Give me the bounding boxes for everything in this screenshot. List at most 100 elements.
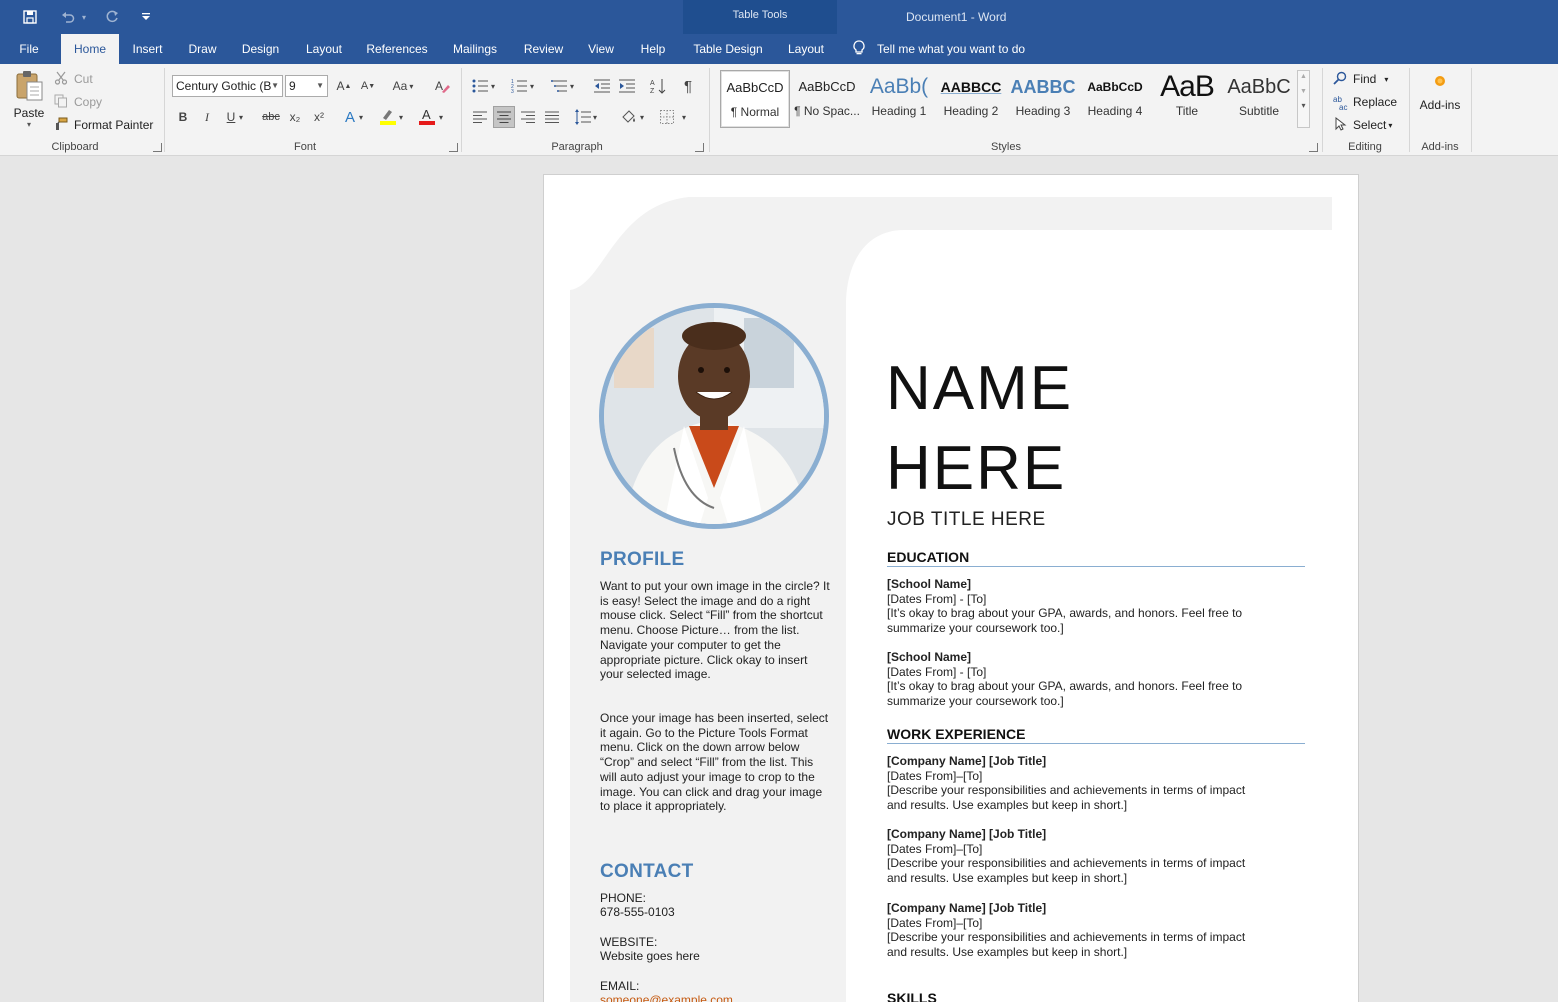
shrink-font-icon[interactable]: A ▼ <box>358 76 378 96</box>
customize-qat-icon[interactable] <box>134 5 158 29</box>
align-center-icon[interactable] <box>493 106 515 128</box>
decrease-indent-icon[interactable] <box>592 76 612 96</box>
tab-design[interactable]: Design <box>235 34 286 64</box>
highlight-dropdown-icon[interactable]: ▾ <box>396 107 406 127</box>
find-button[interactable]: Find ▾ <box>1333 70 1388 88</box>
styles-dialog-launcher[interactable] <box>1309 143 1318 152</box>
bullets-dropdown-icon[interactable]: ▾ <box>488 76 498 96</box>
numbering-dropdown-icon[interactable]: ▾ <box>527 76 537 96</box>
format-painter-button[interactable]: Format Painter <box>54 116 153 134</box>
tab-references[interactable]: References <box>361 34 433 64</box>
multilevel-list-icon[interactable] <box>549 76 569 96</box>
email-link[interactable]: someone@example.com <box>600 993 733 1002</box>
svg-text:3: 3 <box>511 89 514 93</box>
phone-label: PHONE: <box>600 891 647 905</box>
replace-button[interactable]: ab ac Replace <box>1333 93 1397 112</box>
superscript-button[interactable]: x² <box>309 107 329 127</box>
style-heading-4[interactable]: AaBbCcD Heading 4 <box>1080 70 1150 128</box>
copy-button[interactable]: Copy <box>54 93 102 111</box>
tab-help[interactable]: Help <box>633 34 673 64</box>
font-name-combo[interactable]: Century Gothic (B ▼ <box>172 75 283 97</box>
clipboard-dialog-launcher[interactable] <box>153 143 162 152</box>
numbering-icon[interactable]: 123 <box>509 76 529 96</box>
tab-table-layout[interactable]: Layout <box>780 34 832 64</box>
italic-button[interactable]: I <box>197 107 217 127</box>
font-size-combo[interactable]: 9 ▼ <box>285 75 328 97</box>
styles-gallery-scroll[interactable]: ▲ ▼ ▾ <box>1297 70 1310 128</box>
sort-icon[interactable]: AZ <box>648 76 668 96</box>
multilevel-dropdown-icon[interactable]: ▾ <box>567 76 577 96</box>
style-normal[interactable]: AaBbCcD ¶ Normal <box>720 70 790 128</box>
underline-dropdown-icon[interactable]: ▾ <box>236 107 246 127</box>
school-name: [School Name] <box>887 577 972 591</box>
font-color-icon[interactable]: A <box>417 106 437 126</box>
work-entry: [Company Name] [Job Title] [Dates From]–… <box>887 754 1307 813</box>
style-heading-2[interactable]: AABBCC Heading 2 <box>936 70 1006 128</box>
align-right-icon[interactable] <box>518 107 538 127</box>
work-experience-heading: WORK EXPERIENCE <box>887 726 1026 742</box>
education-description: [It’s okay to brag about your GPA, award… <box>887 679 1243 694</box>
tab-draw[interactable]: Draw <box>181 34 224 64</box>
paste-button[interactable]: Paste ▾ <box>10 70 48 134</box>
work-description: [Describe your responsibilities and achi… <box>887 930 1246 945</box>
tab-review[interactable]: Review <box>517 34 570 64</box>
tab-insert[interactable]: Insert <box>124 34 171 64</box>
clear-formatting-icon[interactable]: A <box>432 76 452 96</box>
education-entry: [School Name] [Dates From] - [To] [It’s … <box>887 650 1307 709</box>
scroll-up-icon[interactable]: ▲ <box>1298 73 1309 80</box>
style-name: Subtitle <box>1238 104 1280 118</box>
tab-layout[interactable]: Layout <box>298 34 350 64</box>
shading-icon[interactable] <box>619 107 639 127</box>
work-description: [Describe your responsibilities and achi… <box>887 783 1246 798</box>
profile-photo[interactable] <box>599 303 829 529</box>
change-case-icon[interactable]: Aa ▾ <box>388 76 418 96</box>
subscript-button[interactable]: x₂ <box>285 107 305 127</box>
line-spacing-dropdown-icon[interactable]: ▾ <box>590 107 600 127</box>
cut-button[interactable]: Cut <box>54 70 93 88</box>
text-effects-dropdown-icon[interactable]: ▾ <box>356 107 366 127</box>
style-heading-1[interactable]: AaBb( Heading 1 <box>864 70 934 128</box>
style-subtitle[interactable]: AaBbC Subtitle <box>1224 70 1294 128</box>
font-color-dropdown-icon[interactable]: ▾ <box>436 107 446 127</box>
tell-me-search[interactable]: Tell me what you want to do <box>852 34 1025 64</box>
group-separator <box>1471 68 1472 152</box>
highlight-icon[interactable] <box>378 106 398 126</box>
tab-view[interactable]: View <box>582 34 620 64</box>
tab-file[interactable]: File <box>10 34 48 64</box>
scroll-down-icon[interactable]: ▼ <box>1298 88 1309 95</box>
paragraph-dialog-launcher[interactable] <box>695 143 704 152</box>
style-no-spacing[interactable]: AaBbCcD ¶ No Spac... <box>792 70 862 128</box>
redo-icon[interactable] <box>100 5 124 29</box>
bullets-icon[interactable] <box>470 76 490 96</box>
justify-icon[interactable] <box>542 107 562 127</box>
addins-button[interactable]: Add-ins <box>1414 74 1466 124</box>
work-dates: [Dates From]–[To] <box>887 915 983 930</box>
gallery-more-icon[interactable]: ▾ <box>1298 101 1309 110</box>
grow-font-icon[interactable]: A ▲ <box>334 76 354 96</box>
undo-icon[interactable] <box>56 5 80 29</box>
borders-dropdown-icon[interactable]: ▾ <box>679 107 689 127</box>
tab-home[interactable]: Home <box>61 34 119 64</box>
svg-text:Z: Z <box>650 88 655 94</box>
tab-mailings[interactable]: Mailings <box>446 34 504 64</box>
align-left-icon[interactable] <box>470 107 490 127</box>
font-dialog-launcher[interactable] <box>449 143 458 152</box>
addins-icon <box>1435 76 1445 86</box>
select-button[interactable]: Select ▾ <box>1333 116 1392 134</box>
borders-icon[interactable] <box>657 107 677 127</box>
photo-image <box>604 308 824 524</box>
show-formatting-icon[interactable]: ¶ <box>678 76 698 96</box>
tab-table-design[interactable]: Table Design <box>688 34 768 64</box>
style-heading-3[interactable]: AABBC Heading 3 <box>1008 70 1078 128</box>
shading-dropdown-icon[interactable]: ▾ <box>637 107 647 127</box>
document-page[interactable]: PROFILE Want to put your own image in th… <box>543 174 1359 1002</box>
profile-paragraph-2: Once your image has been inserted, selec… <box>600 711 829 814</box>
undo-dropdown-icon[interactable]: ▾ <box>80 5 88 29</box>
bold-button[interactable]: B <box>173 107 193 127</box>
font-size-value: 9 <box>289 79 296 93</box>
strikethrough-button[interactable]: abc <box>260 107 282 127</box>
tell-me-text: Tell me what you want to do <box>877 42 1026 56</box>
save-icon[interactable] <box>18 5 42 29</box>
increase-indent-icon[interactable] <box>617 76 637 96</box>
style-title[interactable]: AaB Title <box>1152 70 1222 128</box>
